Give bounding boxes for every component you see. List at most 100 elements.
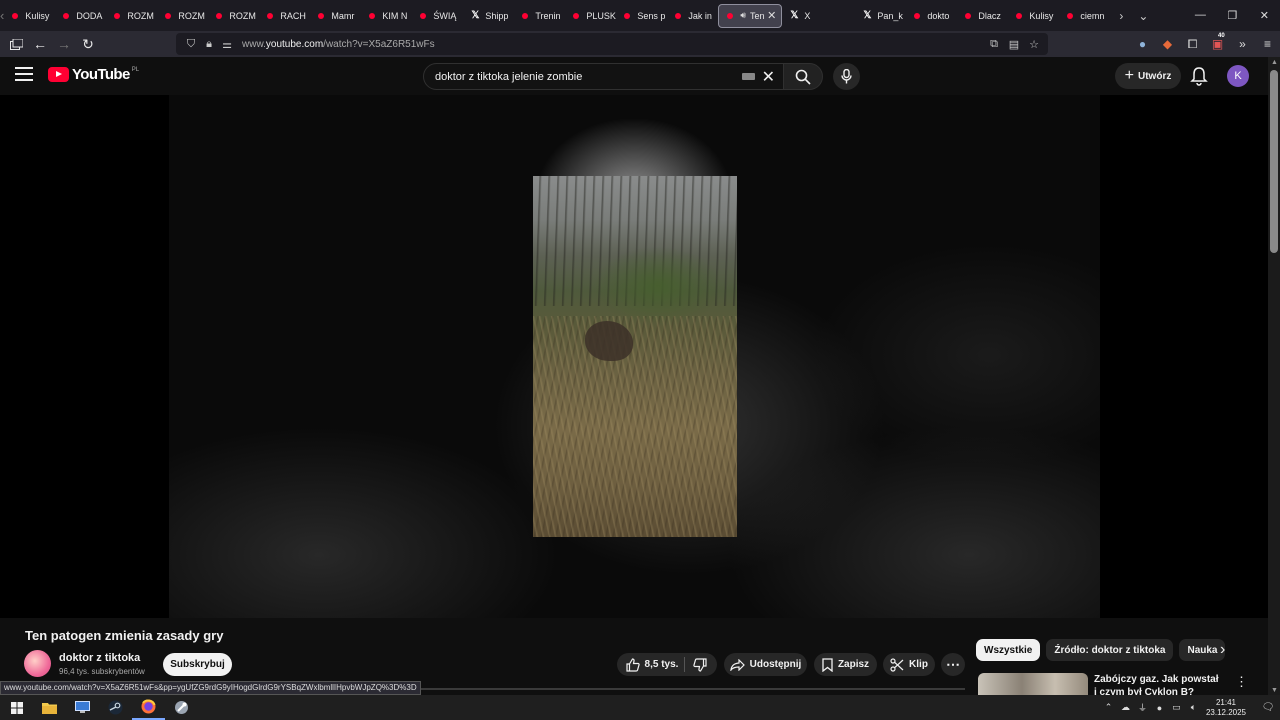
steam-icon[interactable] — [99, 695, 132, 720]
browser-tab[interactable]: ŚWIĄ — [412, 4, 463, 28]
windows-start-icon[interactable] — [0, 695, 33, 720]
more-actions-button[interactable]: ⋯ — [941, 653, 965, 676]
recommendation-chips: Wszystkie Źródło: doktor z tiktoka Nauka — [976, 639, 1231, 661]
youtube-header: YouTube PL doktor z tiktoka jelenie zomb… — [0, 57, 1268, 95]
tab-active[interactable]: 🔊︎ Ten ✕ — [718, 3, 783, 28]
browser-tab[interactable]: Kulisy — [1008, 4, 1059, 28]
browser-tab[interactable]: Mamr — [310, 4, 361, 28]
microphone-icon — [841, 69, 852, 84]
close-tab-icon[interactable]: ✕ — [767, 9, 776, 22]
browser-tab[interactable]: ROZM — [208, 4, 259, 28]
chips-next-icon[interactable]: › — [1220, 641, 1225, 659]
desktop-app-icon[interactable] — [66, 695, 99, 720]
extension-fox-icon[interactable]: ◆ — [1155, 37, 1180, 51]
vpn-shield-icon[interactable]: ● — [1130, 37, 1155, 51]
page-scrollbar[interactable]: ▲ ▼ — [1268, 57, 1280, 695]
channel-avatar[interactable] — [24, 650, 51, 677]
firefox-icon[interactable] — [132, 695, 165, 720]
recommendation-menu-icon[interactable]: ⋮ — [1235, 674, 1248, 690]
notifications-bell-icon[interactable] — [1190, 66, 1208, 86]
video-player[interactable] — [0, 95, 1268, 618]
browser-tab[interactable]: PLUSK — [565, 4, 616, 28]
taskbar-clock[interactable]: 21:41 23.12.2025 — [1202, 698, 1250, 718]
scroll-up-icon[interactable]: ▲ — [1271, 59, 1278, 66]
reader-view-icon[interactable]: ▤ — [1004, 38, 1024, 51]
browser-tab[interactable]: 𝕏 Shipp — [463, 4, 514, 28]
save-button[interactable]: Zapisz — [814, 653, 877, 676]
thumbs-down-icon[interactable] — [690, 656, 710, 674]
restore-icon[interactable]: ❐ — [1216, 9, 1248, 22]
search-input[interactable]: doktor z tiktoka jelenie zombie ✕ — [423, 63, 784, 90]
sidebar-toggle-icon[interactable] — [4, 32, 28, 56]
tab-label: Kulisy — [1029, 10, 1054, 21]
browser-tab[interactable]: 𝕏X — [782, 4, 833, 28]
tab-audio-icon[interactable]: 🔊︎ — [740, 10, 746, 21]
browser-tab[interactable]: 𝕏 Pan_k — [855, 4, 906, 28]
recommendation-thumbnail[interactable] — [978, 673, 1088, 695]
reload-icon[interactable]: ↻ — [76, 32, 100, 56]
permissions-icon[interactable]: ⚌ — [218, 38, 236, 51]
tab-label: RACH — [280, 10, 306, 21]
voice-search-button[interactable] — [833, 63, 860, 90]
browser-tab[interactable]: Jak in — [667, 4, 718, 28]
clear-search-icon[interactable]: ✕ — [762, 67, 775, 87]
lock-icon[interactable]: 🔒︎ — [200, 38, 218, 51]
scrollbar-thumb[interactable] — [1270, 70, 1278, 253]
browser-tab[interactable]: RACH — [259, 4, 310, 28]
youtube-logo[interactable]: YouTube PL — [48, 66, 139, 83]
video-frame[interactable] — [533, 176, 737, 537]
app-menu-icon[interactable]: ≡ — [1255, 37, 1280, 51]
account-avatar[interactable]: K — [1227, 65, 1249, 87]
back-icon[interactable]: ← — [28, 32, 52, 56]
browser-tab[interactable]: Sens p — [616, 4, 667, 28]
address-bar[interactable]: ⛉ 🔒︎ ⚌ www.youtube.com/watch?v=X5aZ6R51w… — [176, 33, 1048, 55]
list-all-tabs-icon[interactable]: ⌄ — [1132, 9, 1154, 23]
browser-tab[interactable]: KIM N — [361, 4, 412, 28]
tabs-scroll-right-icon[interactable]: › — [1110, 9, 1132, 23]
share-button[interactable]: Udostępnij — [724, 653, 807, 676]
recommendation-title[interactable]: Zabójczy gaz. Jak powstał i czym był Cyk… — [1094, 673, 1219, 695]
extension-badge-icon[interactable]: ▣ 40 — [1205, 33, 1230, 51]
browser-tab[interactable]: dokto — [906, 4, 957, 28]
bookmark-star-icon[interactable]: ☆ — [1024, 38, 1044, 51]
microphone-tray-icon[interactable]: ● — [1151, 703, 1168, 713]
network-icon[interactable]: ▭ — [1168, 702, 1185, 713]
volume-icon[interactable]: 🔈︎ — [1185, 702, 1202, 713]
clock-date: 23.12.2025 — [1205, 707, 1247, 717]
browser-tab[interactable]: ROZM — [157, 4, 208, 28]
tracking-protection-icon[interactable]: ⛉ — [182, 38, 200, 51]
country-code: PL — [131, 66, 140, 73]
picture-in-picture-icon[interactable]: ⧉ — [984, 38, 1004, 51]
chip-all[interactable]: Wszystkie — [976, 639, 1041, 661]
file-explorer-icon[interactable] — [33, 695, 66, 720]
browser-tab[interactable]: Trenin — [514, 4, 565, 28]
close-window-icon[interactable]: ✕ — [1248, 9, 1280, 22]
chip-source[interactable]: Źródło: doktor z tiktoka — [1046, 639, 1174, 661]
search-button[interactable] — [783, 63, 823, 90]
channel-name[interactable]: doktor z tiktoka — [59, 652, 140, 664]
clip-button[interactable]: Klip — [883, 653, 935, 676]
browser-tab[interactable]: ROZM — [106, 4, 157, 28]
url-domain: youtube.com — [265, 38, 324, 50]
chip-science[interactable]: Nauka — [1179, 639, 1226, 661]
notifications-icon[interactable]: 🗨︎ — [1256, 702, 1280, 713]
create-button[interactable]: + Utwórz — [1115, 63, 1181, 89]
browser-tab[interactable]: Kulisy — [4, 4, 55, 28]
browser-tab[interactable]: ciemn — [1059, 4, 1110, 28]
tray-overflow-icon[interactable]: ⌃ — [1100, 702, 1117, 713]
browser-tab[interactable]: DODA — [55, 4, 106, 28]
usb-icon[interactable]: ⏚ — [1134, 701, 1151, 714]
forward-icon[interactable]: → — [52, 32, 76, 56]
tool-app-icon[interactable] — [165, 695, 198, 720]
guide-menu-icon[interactable] — [15, 67, 33, 81]
overflow-chevron-icon[interactable]: » — [1230, 37, 1255, 51]
minimize-icon[interactable]: — — [1184, 9, 1216, 22]
cloud-icon[interactable]: ☁ — [1117, 702, 1134, 713]
scroll-down-icon[interactable]: ▼ — [1271, 687, 1278, 694]
tab-label: Sens p — [637, 10, 666, 21]
subscribe-button[interactable]: Subskrybuj — [163, 653, 232, 676]
keyboard-icon[interactable] — [742, 73, 755, 80]
extensions-icon[interactable]: ⧠ — [1180, 37, 1205, 52]
browser-tab[interactable]: Dlacz — [957, 4, 1008, 28]
youtube-favicon-icon — [420, 12, 427, 19]
